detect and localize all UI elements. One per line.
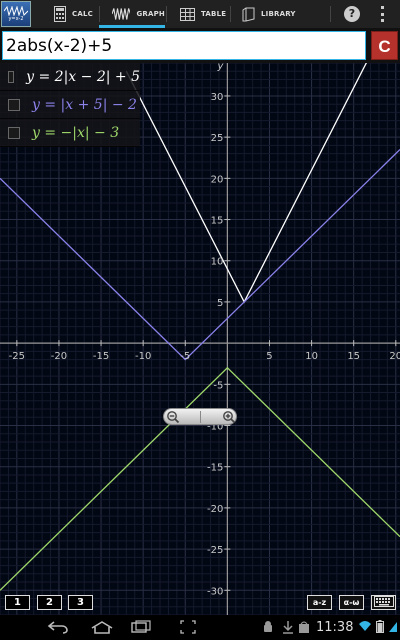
function-row[interactable]: y = 2|x − 2| + 5: [0, 63, 140, 91]
tab-graph-label: GRAPH: [136, 10, 165, 18]
function-row[interactable]: y = |x + 5| − 2: [0, 91, 140, 119]
y-tick-label: 5: [217, 298, 223, 309]
function-label: y = −|x| − 3: [32, 124, 120, 141]
x-tick-label: -10: [135, 351, 151, 362]
x-tick-label: -15: [93, 351, 109, 362]
x-tick-label: 15: [347, 351, 360, 362]
y-tick-label: 15: [211, 216, 224, 227]
tab-divider: [166, 6, 167, 22]
y-tick-label: 10: [211, 257, 224, 268]
notification-android-icon: [264, 621, 272, 632]
slot-2-button[interactable]: 2: [37, 595, 62, 610]
y-tick-label: -20: [207, 504, 223, 515]
app-logo-caption: y=x-2: [8, 16, 24, 22]
zoom-control: [163, 408, 237, 425]
notification-store-icon: [299, 621, 309, 633]
y-tick-label: -25: [207, 545, 223, 556]
y-tick-label: -5: [213, 380, 223, 391]
tab-table-label: TABLE: [201, 10, 227, 18]
wifi-icon: [359, 621, 371, 631]
function-label: y = 2|x − 2| + 5: [26, 68, 140, 85]
clear-button[interactable]: C: [371, 31, 398, 60]
recent-apps-icon[interactable]: [130, 620, 152, 634]
slot-3-button[interactable]: 3: [68, 595, 93, 610]
app-logo-wave-icon: [4, 6, 28, 16]
expression-input[interactable]: [2, 31, 366, 60]
top-action-bar: y=x-2 CALC GRAPH TABLE LIBRARY ?: [0, 0, 400, 28]
keyboard-icon: [373, 596, 394, 607]
function-list: y = 2|x − 2| + 5 y = |x + 5| − 2 y = −|x…: [0, 63, 140, 147]
function-row[interactable]: y = −|x| − 3: [0, 119, 140, 147]
function-checkbox[interactable]: [8, 98, 20, 111]
tab-calc[interactable]: CALC: [54, 0, 93, 28]
bottom-toolbar: 1 2 3 a-z α-ω: [0, 592, 400, 614]
help-button[interactable]: ?: [344, 6, 360, 22]
greek-keyboard-button[interactable]: α-ω: [339, 595, 364, 610]
status-time: 11:38: [316, 620, 354, 635]
x-tick-label: -5: [180, 351, 190, 362]
zoom-out-icon[interactable]: [166, 410, 180, 424]
x-tick-label: -20: [51, 351, 67, 362]
app-logo[interactable]: y=x-2: [1, 1, 31, 27]
series-line: [0, 149, 400, 361]
back-icon[interactable]: [46, 620, 70, 634]
zoom-divider: [200, 411, 201, 423]
notification-download-icon: [283, 621, 293, 634]
zoom-in-icon[interactable]: [222, 410, 236, 424]
y-tick-label: -15: [207, 463, 223, 474]
tab-library[interactable]: LIBRARY: [242, 0, 296, 28]
tab-divider: [230, 6, 231, 22]
table-icon: [180, 7, 195, 21]
y-axis-label: y: [216, 63, 224, 72]
calculator-icon: [54, 6, 66, 22]
library-icon: [242, 7, 255, 21]
function-checkbox[interactable]: [8, 70, 15, 83]
x-tick-label: -25: [9, 351, 25, 362]
slot-1-button[interactable]: 1: [5, 595, 30, 610]
keyboard-button[interactable]: [371, 595, 396, 610]
signal-icon: [389, 622, 397, 632]
tab-graph[interactable]: GRAPH: [99, 0, 165, 28]
screenshot-icon[interactable]: [180, 620, 196, 634]
function-label: y = |x + 5| − 2: [32, 96, 137, 113]
home-icon[interactable]: [90, 620, 114, 634]
overflow-menu-icon[interactable]: [378, 6, 386, 22]
tab-table[interactable]: TABLE: [180, 0, 226, 28]
x-tick-label: 20: [389, 351, 400, 362]
function-checkbox[interactable]: [8, 126, 20, 139]
y-tick-label: 20: [211, 174, 224, 185]
tab-calc-label: CALC: [72, 10, 93, 18]
y-tick-label: 30: [211, 92, 224, 103]
x-tick-label: 5: [266, 351, 272, 362]
system-nav-bar: 11:38: [0, 615, 400, 640]
battery-icon: [376, 620, 384, 633]
x-tick-label: 10: [305, 351, 318, 362]
expression-bar: [0, 28, 400, 63]
tab-divider: [330, 6, 331, 22]
tab-library-label: LIBRARY: [261, 10, 296, 18]
latin-keyboard-button[interactable]: a-z: [307, 595, 332, 610]
graph-wave-icon: [112, 8, 131, 20]
y-tick-label: 25: [211, 133, 224, 144]
